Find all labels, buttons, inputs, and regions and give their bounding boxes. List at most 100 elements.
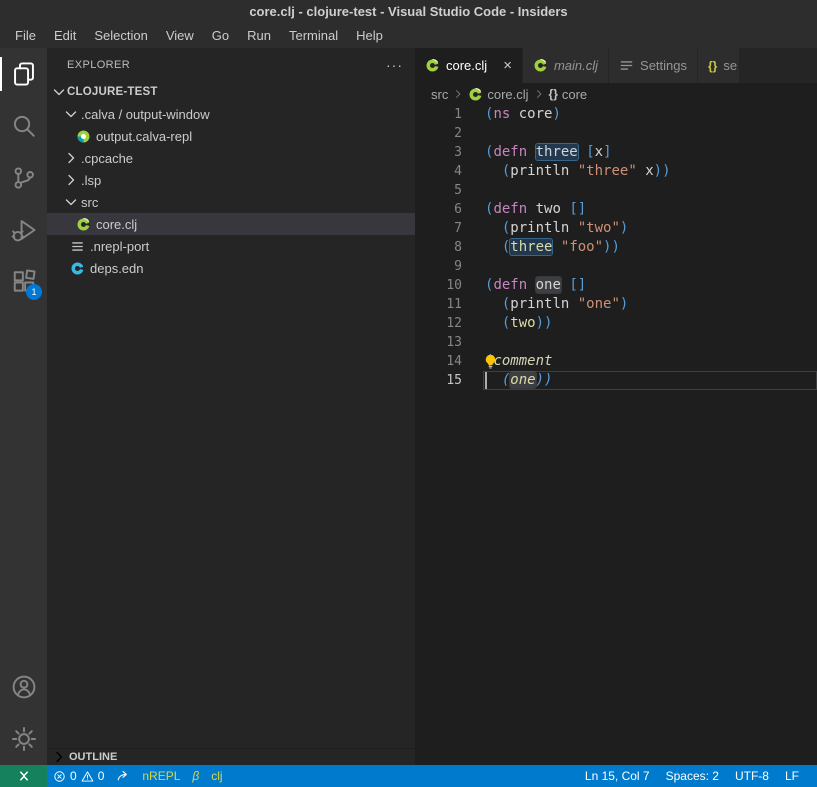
tree-item--nrepl-port[interactable]: .nrepl-port bbox=[47, 235, 415, 257]
menu-edit[interactable]: Edit bbox=[45, 25, 85, 46]
tab-settings[interactable]: Settings bbox=[609, 48, 698, 83]
code-token: ns bbox=[493, 106, 510, 122]
code-editor[interactable]: 1(ns core)23(defn three [x]4 (println "t… bbox=[415, 105, 817, 765]
menu-help[interactable]: Help bbox=[347, 25, 392, 46]
activitybar-accounts[interactable] bbox=[0, 661, 47, 713]
activitybar-explorer[interactable] bbox=[0, 48, 47, 100]
code-token: "three" bbox=[578, 163, 637, 179]
code-line-8[interactable]: 8 (three "foo")) bbox=[415, 238, 817, 257]
status-nrepl-status[interactable]: nREPL bbox=[136, 765, 186, 787]
activitybar-source-control[interactable] bbox=[0, 152, 47, 204]
line-content: (two)) bbox=[483, 314, 817, 333]
code-line-3[interactable]: 3(defn three [x] bbox=[415, 143, 817, 162]
menu-view[interactable]: View bbox=[157, 25, 203, 46]
line-number: 4 bbox=[415, 162, 462, 181]
tree-item-core-clj[interactable]: core.clj bbox=[47, 213, 415, 235]
list-lines-file-icon bbox=[69, 238, 85, 254]
status-cursor-position[interactable]: Ln 15, Col 7 bbox=[577, 765, 658, 787]
tab-core-clj[interactable]: core.clj× bbox=[415, 48, 523, 83]
tree-item-deps-edn[interactable]: deps.edn bbox=[47, 257, 415, 279]
code-line-14[interactable]: 14(comment bbox=[415, 352, 817, 371]
code-token: core bbox=[519, 106, 553, 122]
status-bar: 00 nREPLβclj Ln 15, Col 7Spaces: 2UTF-8LF bbox=[0, 765, 817, 787]
code-token: defn bbox=[493, 144, 527, 160]
breadcrumb-label: core.clj bbox=[487, 87, 528, 102]
more-actions-icon[interactable]: ··· bbox=[386, 61, 403, 69]
code-line-11[interactable]: 11 (println "one") bbox=[415, 295, 817, 314]
line-number: 10 bbox=[415, 276, 462, 295]
close-icon[interactable]: × bbox=[503, 58, 512, 73]
code-line-10[interactable]: 10 (defn one [] bbox=[415, 276, 817, 295]
code-line-9[interactable]: 9 bbox=[415, 257, 817, 276]
window-title: core.clj - clojure-test - Visual Studio … bbox=[249, 4, 567, 19]
code-line-12[interactable]: 12 (two)) bbox=[415, 314, 817, 333]
activitybar-extensions[interactable]: 1 bbox=[0, 256, 47, 308]
line-content: (one)) bbox=[483, 371, 817, 390]
menu-go[interactable]: Go bbox=[203, 25, 238, 46]
activitybar-settings[interactable] bbox=[0, 713, 47, 765]
line-number: 13 bbox=[415, 333, 462, 352]
breadcrumb-core-clj[interactable]: core.clj bbox=[468, 87, 528, 102]
line-content: (three "foo")) bbox=[483, 238, 817, 257]
problems-indicator[interactable]: 00 bbox=[47, 765, 110, 787]
line-number: 15 bbox=[415, 371, 462, 390]
line-content: (comment bbox=[483, 352, 817, 371]
lightbulb-icon[interactable] bbox=[483, 354, 498, 369]
chevron-right-icon bbox=[533, 88, 545, 100]
remote-indicator[interactable] bbox=[0, 765, 47, 787]
file-tree: CLOJURE-TEST.calva / output-windowoutput… bbox=[47, 81, 415, 279]
tree-item-src[interactable]: src bbox=[47, 191, 415, 213]
line-number: 8 bbox=[415, 238, 462, 257]
debug-icon bbox=[11, 217, 37, 243]
chevron-down-icon bbox=[51, 84, 67, 100]
status-indentation[interactable]: Spaces: 2 bbox=[658, 765, 727, 787]
tab-label: main.clj bbox=[554, 58, 598, 73]
menu-selection[interactable]: Selection bbox=[85, 25, 156, 46]
activitybar-run-and-debug[interactable] bbox=[0, 204, 47, 256]
files-icon bbox=[11, 61, 37, 87]
status-calva-mode[interactable]: β bbox=[186, 765, 205, 787]
menu-file[interactable]: File bbox=[6, 25, 45, 46]
editor-group: core.clj×main.cljSettings{}se srccore.cl… bbox=[415, 48, 817, 765]
line-content bbox=[483, 124, 817, 143]
outline-section[interactable]: OUTLINE bbox=[47, 748, 415, 765]
code-line-13[interactable]: 13 bbox=[415, 333, 817, 352]
code-line-5[interactable]: 5 bbox=[415, 181, 817, 200]
tree-item--calva-output-window[interactable]: .calva / output-window bbox=[47, 103, 415, 125]
remote-icon bbox=[16, 768, 32, 784]
code-token: two bbox=[536, 201, 561, 217]
tree-item--lsp[interactable]: .lsp bbox=[47, 169, 415, 191]
tree-item-output-calva-repl[interactable]: output.calva-repl bbox=[47, 125, 415, 147]
tree-root-clojure-test[interactable]: CLOJURE-TEST bbox=[47, 81, 415, 103]
tree-item-label: .nrepl-port bbox=[90, 239, 149, 254]
tree-item--cpcache[interactable]: .cpcache bbox=[47, 147, 415, 169]
code-line-4[interactable]: 4 (println "three" x)) bbox=[415, 162, 817, 181]
menu-run[interactable]: Run bbox=[238, 25, 280, 46]
status-calva-jack-in[interactable] bbox=[110, 765, 136, 787]
line-content bbox=[483, 181, 817, 200]
code-token bbox=[569, 220, 577, 236]
code-token: "two" bbox=[578, 220, 620, 236]
line-content bbox=[483, 257, 817, 276]
code-line-7[interactable]: 7 (println "two") bbox=[415, 219, 817, 238]
code-token: ) bbox=[552, 106, 560, 122]
menu-terminal[interactable]: Terminal bbox=[280, 25, 347, 46]
code-line-6[interactable]: 6(defn two [] bbox=[415, 200, 817, 219]
code-token: ) bbox=[620, 220, 628, 236]
tab-main-clj[interactable]: main.clj bbox=[523, 48, 609, 83]
line-number: 3 bbox=[415, 143, 462, 162]
status-eol[interactable]: LF bbox=[777, 765, 807, 787]
breadcrumb-core[interactable]: {}core bbox=[549, 87, 588, 102]
code-token: one bbox=[510, 372, 535, 388]
code-line-2[interactable]: 2 bbox=[415, 124, 817, 143]
status-file-type[interactable]: clj bbox=[205, 765, 228, 787]
tab-se[interactable]: {}se bbox=[698, 48, 740, 83]
breadcrumb-src[interactable]: src bbox=[431, 87, 448, 102]
line-number: 12 bbox=[415, 314, 462, 333]
line-content: (defn one [] bbox=[483, 276, 817, 295]
status-encoding[interactable]: UTF-8 bbox=[727, 765, 777, 787]
code-line-15[interactable]: 15 (one)) bbox=[415, 371, 817, 390]
activitybar-search[interactable] bbox=[0, 100, 47, 152]
chevron-down-icon bbox=[63, 106, 79, 122]
code-line-1[interactable]: 1(ns core) bbox=[415, 105, 817, 124]
